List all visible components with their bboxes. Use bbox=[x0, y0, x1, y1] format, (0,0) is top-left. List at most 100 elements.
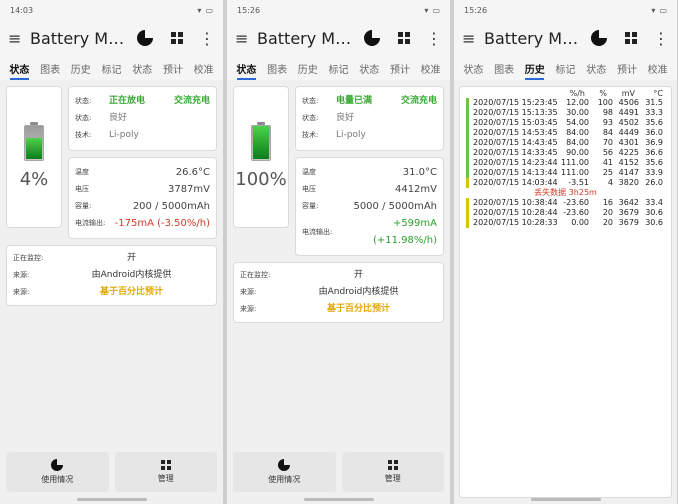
tab-estimate[interactable]: 预计 bbox=[385, 56, 416, 80]
source-2-value: 基于百分比预计 bbox=[99, 287, 163, 297]
health-value: 良好 bbox=[109, 113, 128, 123]
more-options-icon[interactable]: ⋮ bbox=[199, 29, 215, 48]
monitor-value: 开 bbox=[126, 253, 136, 263]
table-cell: 33.9 bbox=[645, 168, 663, 177]
table-cell: 31.5 bbox=[645, 98, 663, 107]
monitor-card: 正在监控: 开 来源: 由Android内核提供 来源: 基于百分比预计 bbox=[233, 262, 444, 323]
table-cell: 2020/07/15 15:13:35 bbox=[473, 108, 558, 117]
tab-status-2[interactable]: 状态 bbox=[354, 56, 385, 80]
table-cell: 41 bbox=[602, 158, 613, 167]
health-value: 良好 bbox=[336, 113, 355, 123]
source-2-value: 基于百分比预计 bbox=[326, 304, 390, 314]
app-title: Battery Mon⋯ bbox=[30, 28, 131, 48]
table-row: 2020/07/15 14:03:44 -3.51 4 3820 26.0 bbox=[466, 178, 667, 188]
table-row: 2020/07/15 14:53:45 84.00 84 4449 36.0 bbox=[466, 128, 667, 138]
table-cell: 2020/07/15 14:03:44 bbox=[473, 178, 558, 187]
grid-icon[interactable] bbox=[625, 32, 637, 44]
tech-label: 技术: bbox=[302, 131, 319, 139]
pie-chart-icon[interactable] bbox=[591, 30, 607, 46]
table-cell: 111.00 bbox=[561, 158, 589, 167]
pie-chart-icon[interactable] bbox=[364, 30, 380, 46]
tab-chart[interactable]: 图表 bbox=[35, 56, 66, 80]
table-cell: 30.6 bbox=[645, 218, 663, 227]
usage-button-label: 使用情况 bbox=[268, 475, 301, 484]
app-title: Battery Mon⋯ bbox=[257, 28, 358, 48]
tab-markers[interactable]: 标记 bbox=[96, 56, 127, 80]
tab-calibrate[interactable]: 校准 bbox=[642, 56, 673, 80]
history-rows-after: 2020/07/15 10:38:44 -23.60 16 3642 33.4 2020/… bbox=[460, 198, 671, 228]
voltage-value: 3787mV bbox=[167, 184, 210, 195]
tab-status[interactable]: 状态 bbox=[231, 56, 262, 80]
table-row: 2020/07/15 14:43:45 84.00 70 4301 36.9 bbox=[466, 138, 667, 148]
table-cell: 3679 bbox=[618, 218, 639, 227]
grid-icon bbox=[160, 460, 171, 470]
tab-markers[interactable]: 标记 bbox=[323, 56, 354, 80]
battery-percentage: 4% bbox=[19, 168, 49, 190]
tab-calibrate[interactable]: 校准 bbox=[188, 56, 219, 80]
tab-bar: 状态 图表 历史 标记 状态 预计 校准 bbox=[227, 56, 450, 80]
battery-level-card: 4% bbox=[6, 86, 62, 228]
wifi-icon: ▾ bbox=[197, 5, 202, 15]
gesture-handle bbox=[303, 498, 374, 501]
grid-icon[interactable] bbox=[398, 32, 410, 44]
status-time: 15:26 bbox=[237, 5, 261, 15]
metrics-card: 温度 31.0°C 电压 4412mV 容量: 5000 / 5000mAh 电… bbox=[295, 157, 444, 256]
manage-button[interactable]: 管理 bbox=[114, 452, 217, 492]
more-options-icon[interactable]: ⋮ bbox=[653, 29, 669, 48]
menu-icon[interactable]: ≡ bbox=[235, 29, 257, 48]
tab-bar: 状态 图表 历史 标记 状态 预计 校准 bbox=[454, 56, 677, 80]
tab-estimate[interactable]: 预计 bbox=[158, 56, 189, 80]
usage-button[interactable]: 使用情况 bbox=[6, 452, 109, 492]
source-2-label: 来源: bbox=[240, 305, 257, 313]
table-cell: 20 bbox=[602, 208, 613, 217]
tab-markers[interactable]: 标记 bbox=[550, 56, 581, 80]
tab-status[interactable]: 状态 bbox=[458, 56, 489, 80]
status-content: 100% 状态: 电量已满 交流充电 状态: 良好 技术: Li-poly 温度… bbox=[227, 80, 450, 462]
status-card: 状态: 电量已满 交流充电 状态: 良好 技术: Li-poly bbox=[295, 86, 444, 151]
tab-estimate[interactable]: 预计 bbox=[612, 56, 643, 80]
pie-chart-icon[interactable] bbox=[137, 30, 153, 46]
status-label: 状态: bbox=[302, 97, 319, 105]
table-cell: 33.4 bbox=[645, 198, 663, 207]
table-cell: 4 bbox=[607, 178, 613, 187]
more-options-icon[interactable]: ⋮ bbox=[426, 29, 442, 48]
usage-button[interactable]: 使用情况 bbox=[233, 452, 336, 492]
menu-icon[interactable]: ≡ bbox=[462, 29, 484, 48]
table-cell: 4225 bbox=[618, 148, 639, 157]
table-cell: 2020/07/15 15:23:45 bbox=[473, 98, 558, 107]
tab-chart[interactable]: 图表 bbox=[489, 56, 520, 80]
manage-button[interactable]: 管理 bbox=[341, 452, 444, 492]
table-cell: 111.00 bbox=[561, 168, 589, 177]
tab-history[interactable]: 历史 bbox=[519, 56, 550, 80]
table-cell: 2020/07/15 10:28:33 bbox=[473, 218, 558, 227]
current-label: 电流输出: bbox=[302, 227, 333, 236]
tab-status-2[interactable]: 状态 bbox=[127, 56, 158, 80]
status-bar: 14:03 ▾ ▭ bbox=[0, 0, 223, 20]
tab-calibrate[interactable]: 校准 bbox=[415, 56, 446, 80]
tab-chart[interactable]: 图表 bbox=[262, 56, 293, 80]
wifi-icon: ▾ bbox=[651, 5, 656, 15]
grid-icon[interactable] bbox=[171, 32, 183, 44]
status-time: 14:03 bbox=[10, 5, 34, 15]
table-cell: 4506 bbox=[618, 98, 639, 107]
source-value: 由Android内核提供 bbox=[91, 270, 172, 280]
status-bar: 15:26 ▾ ▭ bbox=[227, 0, 450, 20]
tab-history[interactable]: 历史 bbox=[292, 56, 323, 80]
table-cell: 4152 bbox=[618, 158, 639, 167]
table-row: 2020/07/15 10:28:44 -23.60 20 3679 30.6 bbox=[466, 208, 667, 218]
table-cell: 3820 bbox=[618, 178, 639, 187]
app-bar: ≡ Battery Mon⋯ ⋮ bbox=[227, 20, 450, 56]
menu-icon[interactable]: ≡ bbox=[8, 29, 30, 48]
status-label: 状态: bbox=[75, 97, 92, 105]
table-cell: 36.0 bbox=[645, 128, 663, 137]
health-label: 状态: bbox=[302, 114, 319, 122]
voltage-label: 电压 bbox=[75, 185, 89, 193]
table-cell: 93 bbox=[602, 118, 613, 127]
tab-bar: 状态 图表 历史 标记 状态 预计 校准 bbox=[0, 56, 223, 80]
tab-status-2[interactable]: 状态 bbox=[581, 56, 612, 80]
tab-status[interactable]: 状态 bbox=[4, 56, 35, 80]
status-content: 4% 状态: 正在放电 交流充电 状态: 良好 技术: Li-poly 温度 2… bbox=[0, 80, 223, 462]
battery-percentage: 100% bbox=[235, 168, 287, 190]
tab-history[interactable]: 历史 bbox=[65, 56, 96, 80]
temperature-label: 温度 bbox=[302, 168, 316, 176]
